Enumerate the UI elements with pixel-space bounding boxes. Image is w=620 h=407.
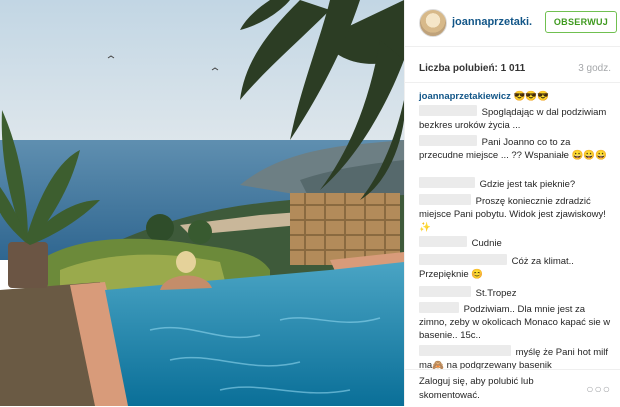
comment-item: Cóż za klimat.. Przepięknie 😊 <box>419 254 614 281</box>
comment-item: St.Tropez <box>419 286 614 300</box>
login-prompt-link[interactable]: Zaloguj się, aby polubić lub skomentować… <box>419 375 569 403</box>
caption: joannaprzetakiewicz 😎😎😎 <box>419 90 614 103</box>
post-header: joannaprzetaki... OBSERWUJ <box>405 0 620 47</box>
comment-item: Podziwiam.. Dla mnie jest za zimno, zeby… <box>419 302 614 342</box>
redacted-username <box>419 286 471 297</box>
caption-username[interactable]: joannaprzetakiewicz <box>419 91 511 102</box>
more-options-icon[interactable]: ○○○ <box>586 382 611 396</box>
comment-item: Pani Joanno co to za przecudne miejsce .… <box>419 135 614 162</box>
follow-button[interactable]: OBSERWUJ <box>545 11 617 33</box>
redacted-username <box>419 254 507 265</box>
comment-item: Gdzie jest tak pieknie? <box>419 177 614 191</box>
redacted-username <box>419 236 467 247</box>
avatar[interactable] <box>419 9 447 37</box>
post-photo[interactable] <box>0 0 404 406</box>
comment-item: Cudnie <box>419 236 614 250</box>
comment-list: joannaprzetakiewicz 😎😎😎 Spoglądając w da… <box>405 84 620 369</box>
redacted-username <box>419 302 459 313</box>
comment-item: myślę że Pani hot milf ma🙈 na podgrzewan… <box>419 345 614 369</box>
redacted-username <box>419 345 511 356</box>
post-footer: Zaloguj się, aby polubić lub skomentować… <box>405 369 620 407</box>
caption-text: 😎😎😎 <box>513 91 550 102</box>
comment-item: Spoglądając w dal podziwiam bezkres urok… <box>419 105 614 132</box>
post-time[interactable]: 3 godz. <box>578 63 611 74</box>
instagram-post-view: joannaprzetaki... OBSERWUJ Liczba polubi… <box>0 0 620 406</box>
likes-count[interactable]: Liczba polubień: 1 011 <box>419 63 525 74</box>
author-username[interactable]: joannaprzetaki... <box>452 16 532 28</box>
post-sidebar: joannaprzetaki... OBSERWUJ Liczba polubi… <box>404 0 620 406</box>
comment-text: Gdzie jest tak pieknie? <box>479 179 576 190</box>
post-stats: Liczba polubień: 1 011 3 godz. <box>405 46 620 83</box>
redacted-username <box>419 105 477 116</box>
comment-text: Cudnie <box>471 238 502 249</box>
redacted-username <box>419 194 471 205</box>
redacted-username <box>419 177 475 188</box>
comment-text: St.Tropez <box>475 288 517 299</box>
redacted-username <box>419 135 477 146</box>
comment-item: Proszę koniecznie zdradzić miejsce Pani … <box>419 194 614 234</box>
